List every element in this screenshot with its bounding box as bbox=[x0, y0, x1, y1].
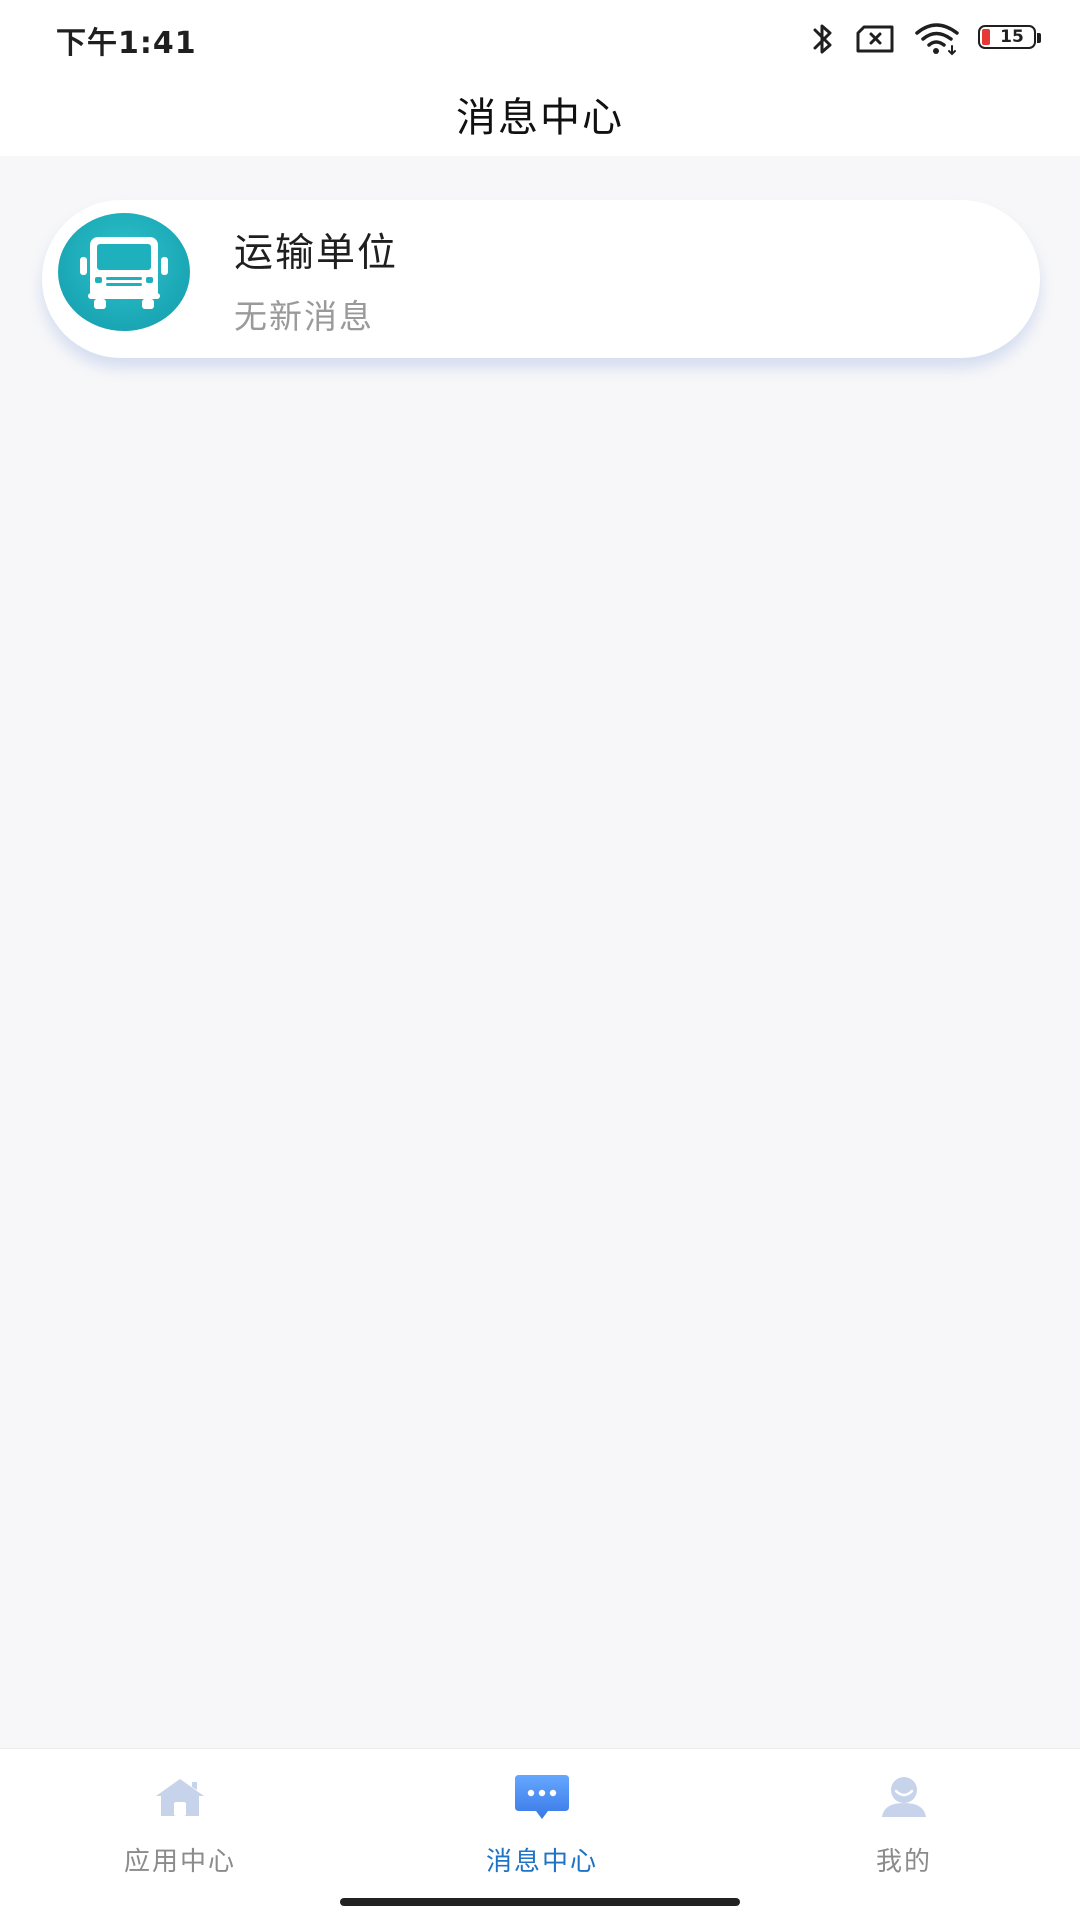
tab-label: 应用中心 bbox=[123, 1847, 236, 1877]
wifi-icon bbox=[914, 22, 960, 56]
battery-icon: 15 bbox=[978, 25, 1044, 53]
tab-label: 我的 bbox=[875, 1847, 932, 1877]
user-icon bbox=[874, 1771, 934, 1823]
home-icon bbox=[150, 1771, 210, 1823]
page-title: 消息中心 bbox=[456, 95, 624, 141]
status-bar: 下午1:41 15 bbox=[0, 0, 1080, 80]
bluetooth-icon bbox=[810, 21, 836, 57]
sim-disabled-icon bbox=[854, 23, 896, 55]
message-subtitle: 无新消息 bbox=[234, 297, 374, 336]
header: 消息中心 bbox=[0, 80, 1080, 156]
tab-app-center[interactable]: 应用中心 bbox=[50, 1771, 310, 1878]
tab-mine[interactable]: 我的 bbox=[774, 1771, 1034, 1878]
top-area: 下午1:41 15 消息中心 bbox=[0, 0, 1080, 156]
status-time: 下午1:41 bbox=[56, 26, 197, 61]
message-title: 运输单位 bbox=[234, 231, 399, 276]
truck-icon bbox=[58, 213, 190, 331]
tab-message-center[interactable]: 消息中心 bbox=[412, 1771, 672, 1878]
battery-level-text: 15 bbox=[1000, 27, 1024, 47]
bottom-nav: 应用中心 消息中心 我的 bbox=[0, 1748, 1080, 1921]
home-indicator[interactable] bbox=[340, 1898, 740, 1906]
status-icons: 15 bbox=[810, 18, 1044, 60]
message-item-transport-unit[interactable]: 运输单位 无新消息 bbox=[42, 200, 1040, 358]
message-icon bbox=[512, 1771, 572, 1823]
tab-label: 消息中心 bbox=[485, 1847, 598, 1877]
